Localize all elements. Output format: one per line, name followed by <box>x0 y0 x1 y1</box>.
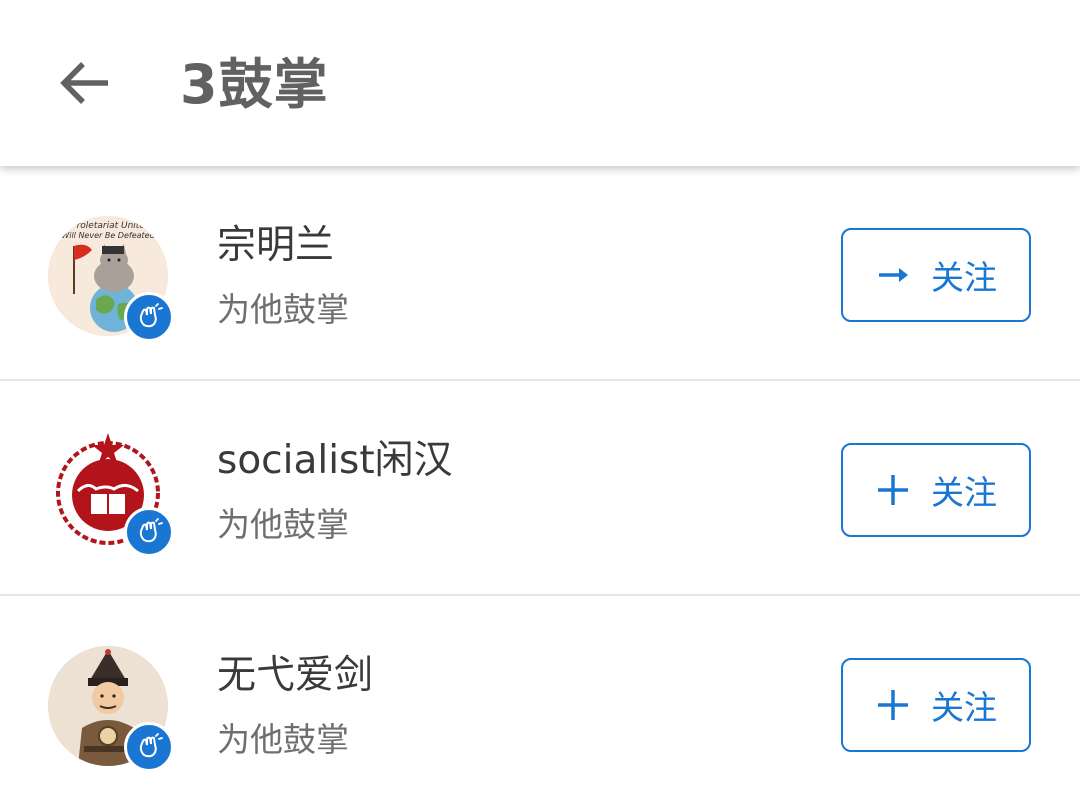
avatar[interactable]: Proletariat Unite Will Never Be Defeated <box>48 216 174 342</box>
clap-badge <box>124 507 174 557</box>
clap-icon <box>139 303 163 328</box>
list-item[interactable]: Proletariat Unite Will Never Be Defeated <box>0 166 1080 381</box>
user-list: Proletariat Unite Will Never Be Defeated <box>0 166 1080 810</box>
user-subtitle: 为他鼓掌 <box>217 505 349 544</box>
user-name[interactable]: 无弋爱剑 <box>217 650 373 702</box>
plus-icon <box>875 472 911 508</box>
user-name[interactable]: 宗明兰 <box>217 220 334 272</box>
arrow-back-icon <box>60 62 108 104</box>
user-subtitle: 为他鼓掌 <box>217 290 349 329</box>
clap-badge <box>124 722 174 772</box>
follow-button[interactable]: 关注 <box>841 443 1031 537</box>
arrow-right-icon <box>875 257 911 293</box>
back-button[interactable] <box>52 50 118 116</box>
avatar[interactable] <box>48 431 174 557</box>
user-subtitle: 为他鼓掌 <box>217 720 349 759</box>
list-item[interactable]: socialist闲汉 为他鼓掌 关注 <box>0 381 1080 596</box>
clap-list-screen: 3鼓掌 Proletariat Unite Will Never Be Defe… <box>0 0 1080 810</box>
clap-icon <box>139 518 163 543</box>
avatar-caption-2: Will Never Be Defeated <box>61 231 155 240</box>
avatar-caption-1: Proletariat Unite <box>71 221 145 231</box>
follow-button-label: 关注 <box>931 688 997 727</box>
avatar[interactable] <box>48 646 174 772</box>
plus-icon <box>875 687 911 723</box>
clap-icon <box>139 733 163 758</box>
page-title: 3鼓掌 <box>180 53 329 116</box>
list-item[interactable]: 无弋爱剑 为他鼓掌 关注 <box>0 596 1080 810</box>
follow-button[interactable]: 关注 <box>841 658 1031 752</box>
follow-button-label: 关注 <box>931 473 997 512</box>
follow-button[interactable]: 关注 <box>841 228 1031 322</box>
follow-button-label: 关注 <box>931 258 997 297</box>
app-bar: 3鼓掌 <box>0 0 1080 166</box>
user-name[interactable]: socialist闲汉 <box>217 435 453 487</box>
clap-badge <box>124 292 174 342</box>
